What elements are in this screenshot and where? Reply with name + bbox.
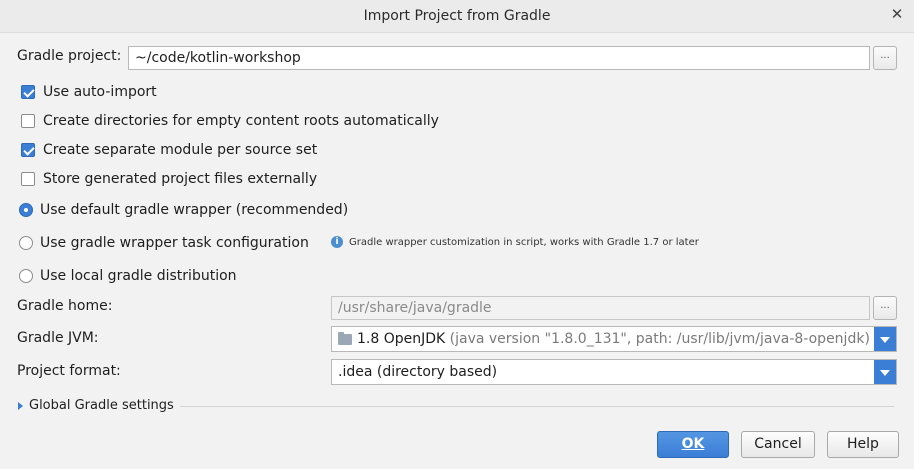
wrapper-task-radio[interactable] xyxy=(19,236,33,250)
local-distribution-label: Use local gradle distribution xyxy=(40,268,237,284)
global-gradle-settings-label: Global Gradle settings xyxy=(29,398,174,413)
ok-button[interactable]: OK xyxy=(657,431,729,458)
chevron-right-icon xyxy=(18,401,23,410)
cancel-button[interactable]: Cancel xyxy=(741,431,815,458)
store-external-option[interactable]: Store generated project files externally xyxy=(21,169,317,189)
gradle-home-input[interactable] xyxy=(331,296,870,320)
close-icon[interactable]: ✕ xyxy=(890,7,904,22)
wrapper-task-label: Use gradle wrapper task configuration xyxy=(40,235,309,251)
create-dirs-label: Create directories for empty content roo… xyxy=(43,113,439,129)
gradle-jvm-select[interactable]: 1.8 OpenJDK (java version "1.8.0_131", p… xyxy=(331,326,897,352)
local-distribution-option[interactable]: Use local gradle distribution xyxy=(19,266,237,286)
gradle-jvm-value-main: 1.8 OpenJDK xyxy=(357,331,446,347)
default-wrapper-radio[interactable] xyxy=(19,203,33,217)
wrapper-task-hint: i Gradle wrapper customization in script… xyxy=(331,236,699,248)
default-wrapper-label: Use default gradle wrapper (recommended) xyxy=(40,202,349,218)
gradle-home-label: Gradle home: xyxy=(17,298,113,314)
separate-module-checkbox[interactable] xyxy=(21,143,35,157)
window-title: Import Project from Gradle xyxy=(363,8,551,24)
chevron-down-icon[interactable] xyxy=(874,360,896,384)
separate-module-label: Create separate module per source set xyxy=(43,142,318,158)
auto-import-option[interactable]: Use auto-import xyxy=(21,82,157,102)
auto-import-checkbox[interactable] xyxy=(21,85,35,99)
project-format-label: Project format: xyxy=(17,363,121,379)
gradle-jvm-label: Gradle JVM: xyxy=(17,330,99,346)
gradle-project-input[interactable] xyxy=(128,46,870,70)
project-format-select[interactable]: .idea (directory based) xyxy=(331,359,897,385)
separate-module-option[interactable]: Create separate module per source set xyxy=(21,140,317,160)
gradle-jvm-value: 1.8 OpenJDK (java version "1.8.0_131", p… xyxy=(332,331,874,347)
chevron-down-icon[interactable] xyxy=(874,327,896,351)
store-external-checkbox[interactable] xyxy=(21,172,35,186)
gradle-home-browse-button[interactable]: ... xyxy=(873,296,897,320)
wrapper-task-hint-text: Gradle wrapper customization in script, … xyxy=(349,236,699,248)
auto-import-label: Use auto-import xyxy=(43,84,157,100)
info-icon: i xyxy=(331,236,343,248)
store-external-label: Store generated project files externally xyxy=(43,171,318,187)
folder-icon xyxy=(338,331,352,345)
project-format-value: .idea (directory based) xyxy=(338,364,498,380)
ok-button-label: OK xyxy=(681,436,705,452)
wrapper-task-option[interactable]: Use gradle wrapper task configuration xyxy=(19,233,309,253)
divider xyxy=(180,406,894,407)
title-bar: Import Project from Gradle ✕ xyxy=(0,0,914,33)
help-button[interactable]: Help xyxy=(827,431,899,458)
gradle-project-browse-button[interactable]: ... xyxy=(873,46,897,70)
create-dirs-checkbox[interactable] xyxy=(21,114,35,128)
create-dirs-option[interactable]: Create directories for empty content roo… xyxy=(21,111,439,131)
global-gradle-settings-toggle[interactable]: Global Gradle settings xyxy=(18,398,174,413)
default-wrapper-option[interactable]: Use default gradle wrapper (recommended) xyxy=(19,200,348,220)
local-distribution-radio[interactable] xyxy=(19,269,33,283)
gradle-project-label: Gradle project: xyxy=(17,48,122,64)
gradle-jvm-value-detail: (java version "1.8.0_131", path: /usr/li… xyxy=(449,331,870,347)
